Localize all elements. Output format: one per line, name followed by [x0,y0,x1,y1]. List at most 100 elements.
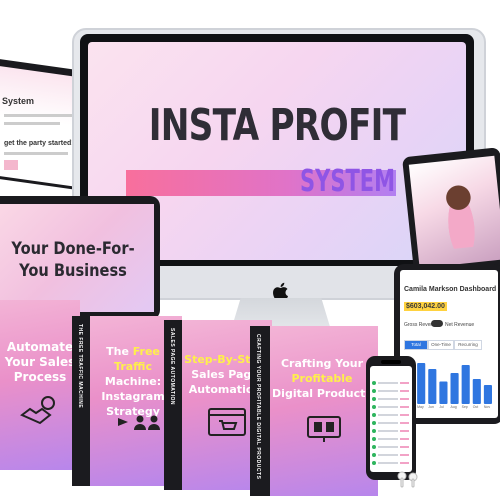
month-label: May [417,405,424,409]
box-title: Crafting Your Profitable Digital Products [270,356,374,401]
product-box [0,300,80,480]
amount-line [400,454,409,456]
text-line [4,152,68,155]
revenue-bar [450,373,459,404]
text-line [378,390,398,392]
dashboard-title: Camila Markson Dashboard [404,286,497,293]
revenue-bar [428,369,437,404]
text-line [378,454,398,456]
revenue-toggle[interactable] [431,320,443,327]
amount-line [400,438,409,440]
status-dot [372,421,376,425]
tab-one-time[interactable]: One-Time [428,340,454,350]
list-item [372,420,410,427]
phone-notch [381,360,401,364]
amount-line [400,390,409,392]
box-title-highlight: Free Traffic [114,345,160,373]
amount-line [400,414,409,416]
month-label: Oct [472,405,479,409]
month-label: Sep [461,405,468,409]
text-line [378,398,398,400]
amount-line [400,446,409,448]
text-line [4,122,60,125]
people-megaphone-icon [116,414,162,437]
amount-line [400,406,409,408]
box-title-line: Crafting Your [280,357,364,370]
thumbnail [4,160,18,170]
text-line [378,462,398,464]
list-item [372,444,410,451]
box-title-line: Digital Products [272,387,372,400]
box-spine-text: CRAFTING YOUR PROFITABLE DIGITAL PRODUCT… [255,334,261,480]
status-dot [372,389,376,393]
box-title-line: Automate [6,340,74,354]
status-dot [372,437,376,441]
list-item [372,452,410,459]
revenue-bar [461,365,470,404]
box-title-line: Process [13,370,67,384]
net-revenue-label: Net Revenue [445,322,475,328]
earbuds-icon [397,471,418,488]
status-dot [372,381,376,385]
tab-total[interactable]: Total [404,340,428,350]
revenue-bar-chart [406,363,492,404]
amount-line [400,430,409,432]
text-line [378,382,398,384]
monitor-products-icon [304,411,344,448]
list-item [372,412,410,419]
month-label: Jun [428,405,434,409]
box-title-line: Profitable [270,371,374,386]
text-line [378,422,398,424]
month-label: Aug [450,405,457,409]
box-cover [0,300,80,470]
box-spine-text: THE FREE TRAFFIC MACHINE [77,324,83,409]
presenter-photo [436,176,484,250]
status-dot [372,405,376,409]
revenue-value: $603,042.00 [404,302,447,311]
box-spine-text: SALES PAGE AUTOMATION [169,328,175,405]
amount-line [400,382,409,384]
box-spine: SALES PAGE AUTOMATION [164,320,182,490]
text-line [378,438,398,440]
status-dot [372,429,376,433]
laptop-left-title: System [2,96,35,106]
revenue-bar [417,363,426,404]
handshake-gear-icon [18,395,58,430]
box-spine: CRAFTING YOUR PROFITABLE DIGITAL PRODUCT… [250,326,270,496]
list-item [372,396,410,403]
month-label: Nov [483,405,491,409]
status-dot [372,461,376,465]
text-line [4,114,74,117]
list-item [372,388,410,395]
text-line [378,406,398,408]
list-item [372,460,410,467]
revenue-bar [439,381,448,404]
status-dot [372,397,376,401]
tab-recurring[interactable]: Recurring [454,340,482,350]
list-item [372,404,410,411]
laptop-left-section-heading: get the party started! [4,140,74,147]
box-title-line: Your Sales [4,355,76,369]
browser-cart-icon [207,407,247,442]
box-spine: THE FREE TRAFFIC MACHINE [72,316,90,486]
product-mockup-collage: System get the party started! INSTA PROF… [0,0,500,500]
list-item [372,380,410,387]
revenue-bar [483,385,492,404]
text-line [378,446,398,448]
text-line [378,414,398,416]
tablet-left-headline: Your Done-For-You Business [11,239,135,281]
hero-subtitle: SYSTEM [300,164,396,199]
month-label: Jul [439,405,444,409]
list-item [372,428,410,435]
status-dot [372,445,376,449]
box-title-highlight: Profitable [291,372,353,385]
revenue-bar [472,379,481,404]
text-line [378,430,398,432]
amount-line [400,422,409,424]
hero-title: INSTA PROFIT [148,100,406,151]
status-dot [372,413,376,417]
amount-line [400,398,409,400]
list-item [372,436,410,443]
status-dot [372,453,376,457]
box-title: Automate Your Sales Process [0,340,82,385]
